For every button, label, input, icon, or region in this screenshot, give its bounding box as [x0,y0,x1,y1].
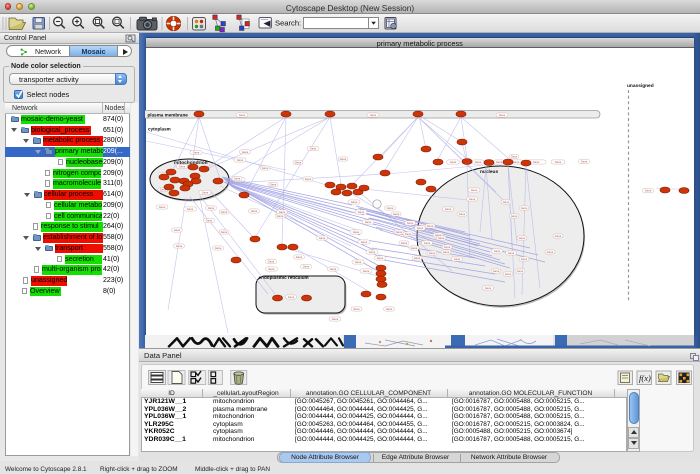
svg-text:Gene: Gene [405,232,412,236]
svg-text:Gene: Gene [159,205,166,209]
svg-text:Gene: Gene [503,200,510,204]
svg-text:Gene: Gene [555,234,562,238]
svg-text:endoplasmic reticulum: endoplasmic reticulum [259,275,309,280]
svg-text:Gene: Gene [353,307,360,311]
svg-text:Gene: Gene [438,236,445,240]
svg-text:Gene: Gene [417,226,424,230]
svg-text:Gene: Gene [277,214,284,218]
svg-text:Gene: Gene [206,219,213,223]
svg-text:Gene: Gene [443,250,450,254]
svg-text:Gene: Gene [361,240,368,244]
svg-text:Gene: Gene [202,191,209,195]
svg-text:Gene: Gene [303,265,310,269]
svg-text:Gene: Gene [505,272,512,276]
svg-text:Gene: Gene [305,177,312,181]
svg-text:Gene: Gene [581,160,588,164]
svg-text:Gene: Gene [499,113,506,117]
svg-text:Gene: Gene [521,257,528,261]
svg-text:Gene: Gene [407,221,414,225]
svg-text:Gene: Gene [519,236,526,240]
svg-text:Gene: Gene [365,220,372,224]
svg-text:Gene: Gene [296,255,303,259]
svg-text:Gene: Gene [295,161,302,165]
svg-text:Gene: Gene [533,160,540,164]
svg-text:Gene: Gene [279,210,286,214]
svg-text:Gene: Gene [355,260,362,264]
svg-text:Gene: Gene [369,250,376,254]
svg-text:Gene: Gene [353,230,360,234]
svg-text:cytoplasm: cytoplasm [148,127,171,132]
svg-text:Gene: Gene [386,307,393,311]
svg-text:Gene: Gene [485,286,492,290]
svg-text:Gene: Gene [444,245,451,249]
svg-text:Gene: Gene [645,189,652,193]
svg-text:Gene: Gene [469,197,476,201]
svg-text:Gene: Gene [234,177,241,181]
svg-text:Gene: Gene [187,207,194,211]
svg-text:Gene: Gene [221,230,228,234]
svg-text:Gene: Gene [396,230,403,234]
svg-text:Gene: Gene [508,251,515,255]
svg-text:Gene: Gene [450,160,457,164]
svg-text:Gene: Gene [511,155,518,159]
svg-text:Gene: Gene [237,158,244,162]
svg-text:Gene: Gene [513,160,520,164]
svg-text:Gene: Gene [268,267,275,271]
svg-text:Gene: Gene [239,113,246,117]
svg-text:Gene: Gene [193,151,200,155]
svg-text:Gene: Gene [174,228,181,232]
svg-text:Gene: Gene [459,212,466,216]
svg-text:Gene: Gene [242,150,249,154]
svg-text:Gene: Gene [288,295,295,299]
svg-text:Gene: Gene [262,166,269,170]
svg-text:Gene: Gene [332,317,339,321]
svg-text:Gene: Gene [270,183,277,187]
svg-text:Gene: Gene [475,160,482,164]
svg-text:Gene: Gene [429,251,436,255]
svg-text:f(x): f(x) [639,373,651,383]
svg-text:Gene: Gene [268,260,275,264]
svg-text:Gene: Gene [493,269,500,273]
svg-text:Gene: Gene [555,160,562,164]
svg-text:Gene: Gene [424,241,431,245]
svg-text:nucleus: nucleus [480,169,498,175]
svg-text:Gene: Gene [340,157,347,161]
svg-text:Gene: Gene [358,210,365,214]
svg-text:Gene: Gene [363,269,370,273]
svg-text:Gene: Gene [427,224,434,228]
svg-text:Gene: Gene [310,147,317,151]
svg-text:Gene: Gene [351,200,358,204]
svg-text:Gene: Gene [377,256,384,260]
svg-text:Gene: Gene [330,267,337,271]
svg-text:Gene: Gene [414,256,421,260]
svg-text:Gene: Gene [370,113,377,117]
svg-text:Gene: Gene [445,207,452,211]
svg-text:Gene: Gene [494,249,501,253]
svg-text:Gene: Gene [387,206,394,210]
svg-text:Gene: Gene [454,257,461,261]
svg-text:Gene: Gene [517,269,524,273]
svg-text:Gene: Gene [208,206,215,210]
svg-text:Gene: Gene [215,246,222,250]
svg-text:Gene: Gene [393,212,400,216]
svg-text:Gene: Gene [221,210,228,214]
svg-text:Search:: Search: [275,19,301,28]
svg-text:plasma membrane: plasma membrane [148,112,189,117]
svg-text:Gene: Gene [251,209,258,213]
svg-text:Gene: Gene [521,206,528,210]
svg-text:Gene: Gene [411,246,418,250]
svg-text:Gene: Gene [547,250,554,254]
svg-text:Gene: Gene [401,241,408,245]
svg-text:Gene: Gene [496,160,503,164]
svg-text:unassigned: unassigned [627,83,654,89]
svg-text:Gene: Gene [179,165,186,169]
svg-text:Gene: Gene [511,214,518,218]
svg-text:Gene: Gene [176,244,183,248]
svg-text:Gene: Gene [471,188,478,192]
svg-text:Gene: Gene [319,236,326,240]
